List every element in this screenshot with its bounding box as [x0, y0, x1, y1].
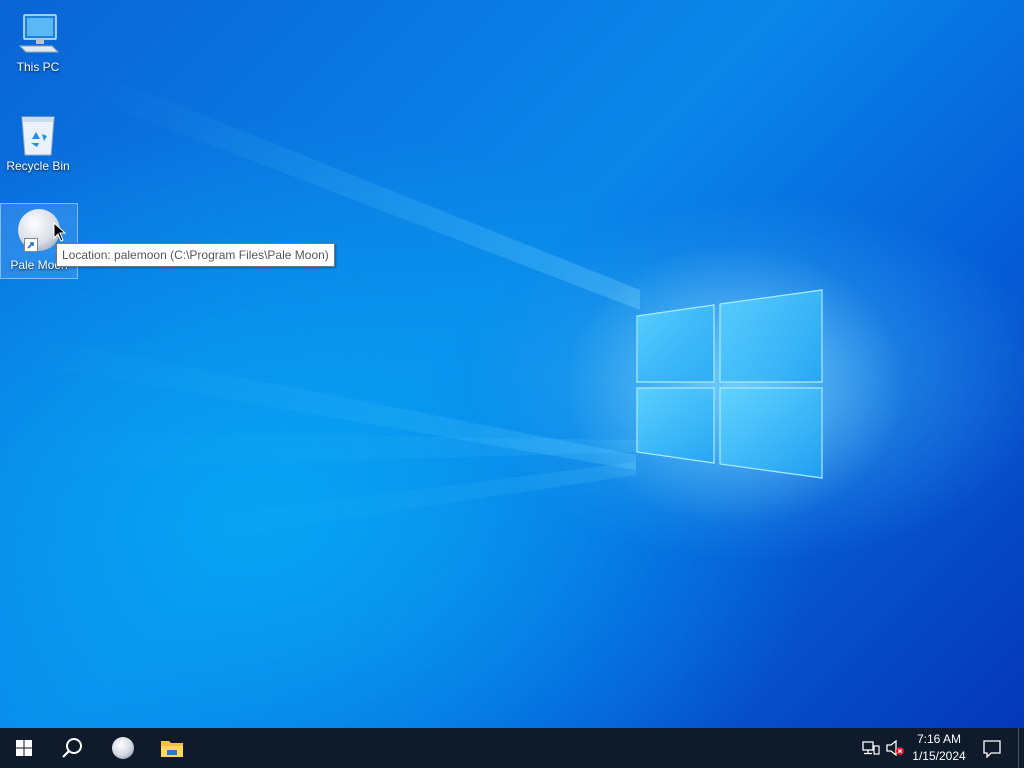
volume-muted-icon[interactable]: [886, 739, 906, 757]
mouse-pointer-icon: [53, 222, 67, 242]
clock-time: 7:16 AM: [916, 732, 962, 746]
windows-logo-icon: [16, 740, 32, 756]
search-button[interactable]: [48, 728, 96, 768]
shortcut-location-tooltip: Location: palemoon (C:\Program Files\Pal…: [56, 243, 335, 267]
wallpaper-light-beams: [0, 70, 905, 540]
network-icon[interactable]: [862, 740, 880, 756]
clock-date: 1/15/2024: [912, 749, 966, 763]
recycle-bin-desktop-icon[interactable]: Recycle Bin: [0, 105, 76, 181]
folder-icon: [161, 741, 183, 757]
recycle-bin-icon: [14, 109, 62, 157]
desktop-background[interactable]: This PC Recycle Bin Pale Moon Location: …: [0, 0, 1024, 728]
taskbar: 7:16 AM 1/15/2024: [0, 728, 1024, 768]
taskbar-clock[interactable]: 7:16 AM 1/15/2024: [906, 731, 972, 765]
recycle-bin-label: Recycle Bin: [6, 159, 70, 173]
this-pc-desktop-icon[interactable]: This PC: [0, 6, 76, 82]
shortcut-arrow-icon: [24, 238, 38, 252]
file-explorer-taskbar-button[interactable]: [148, 728, 196, 768]
start-button[interactable]: [0, 728, 48, 768]
this-pc-label: This PC: [16, 60, 60, 74]
computer-icon: [14, 10, 62, 58]
action-center-icon[interactable]: [983, 740, 1001, 759]
show-desktop-button[interactable]: [1018, 728, 1024, 768]
pale-moon-taskbar-button[interactable]: [99, 728, 147, 768]
search-icon: [62, 738, 82, 758]
pale-moon-icon: [112, 737, 134, 759]
